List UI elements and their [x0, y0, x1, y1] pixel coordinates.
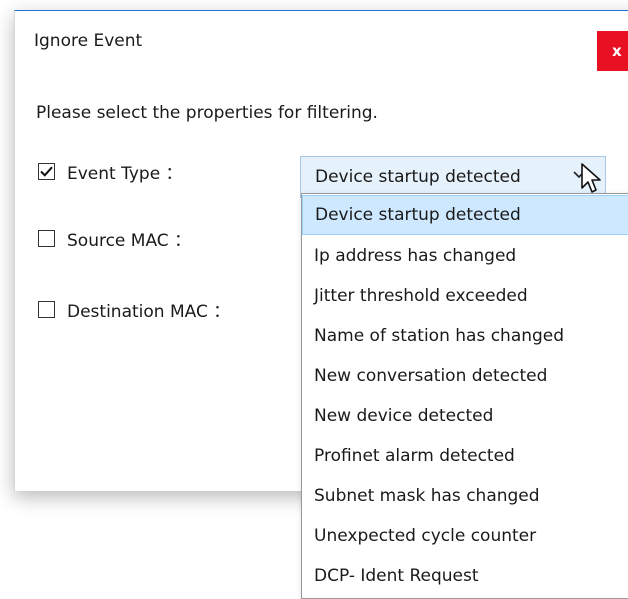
- source-mac-label: Source MAC ：: [67, 231, 192, 251]
- checkmark-icon: [40, 166, 53, 177]
- close-button[interactable]: x: [597, 31, 628, 71]
- combo-selected-value: Device startup detected: [315, 167, 521, 187]
- mouse-pointer-icon: [581, 163, 601, 193]
- event-type-label: Event Type ：: [67, 164, 183, 184]
- dropdown-option[interactable]: Subnet mask has changed: [302, 476, 628, 516]
- dropdown-option[interactable]: Jitter threshold exceeded: [302, 276, 628, 316]
- dropdown-option[interactable]: New device detected: [302, 396, 628, 436]
- event-type-dropdown-list[interactable]: Device startup detected Ip address has c…: [301, 193, 628, 599]
- filter-event-type[interactable]: Event Type ：: [38, 159, 183, 184]
- source-mac-checkbox[interactable]: [38, 230, 55, 247]
- dropdown-option[interactable]: Unexpected cycle counter: [302, 516, 628, 556]
- instruction-text: Please select the properties for filteri…: [36, 103, 378, 123]
- event-type-combobox[interactable]: Device startup detected: [300, 156, 606, 198]
- event-type-checkbox[interactable]: [38, 163, 55, 180]
- filter-destination-mac[interactable]: Destination MAC ：: [38, 297, 230, 322]
- dialog-title: Ignore Event: [34, 31, 143, 51]
- destination-mac-label: Destination MAC ：: [67, 302, 231, 322]
- destination-mac-checkbox[interactable]: [38, 301, 55, 318]
- filter-source-mac[interactable]: Source MAC ：: [38, 226, 191, 251]
- dropdown-option[interactable]: DCP- Ident Request: [302, 556, 628, 596]
- dropdown-option[interactable]: Ip address has changed: [302, 236, 628, 276]
- dropdown-option[interactable]: Profinet alarm detected: [302, 436, 628, 476]
- dropdown-option[interactable]: New conversation detected: [302, 356, 628, 396]
- dropdown-option[interactable]: Name of station has changed: [302, 316, 628, 356]
